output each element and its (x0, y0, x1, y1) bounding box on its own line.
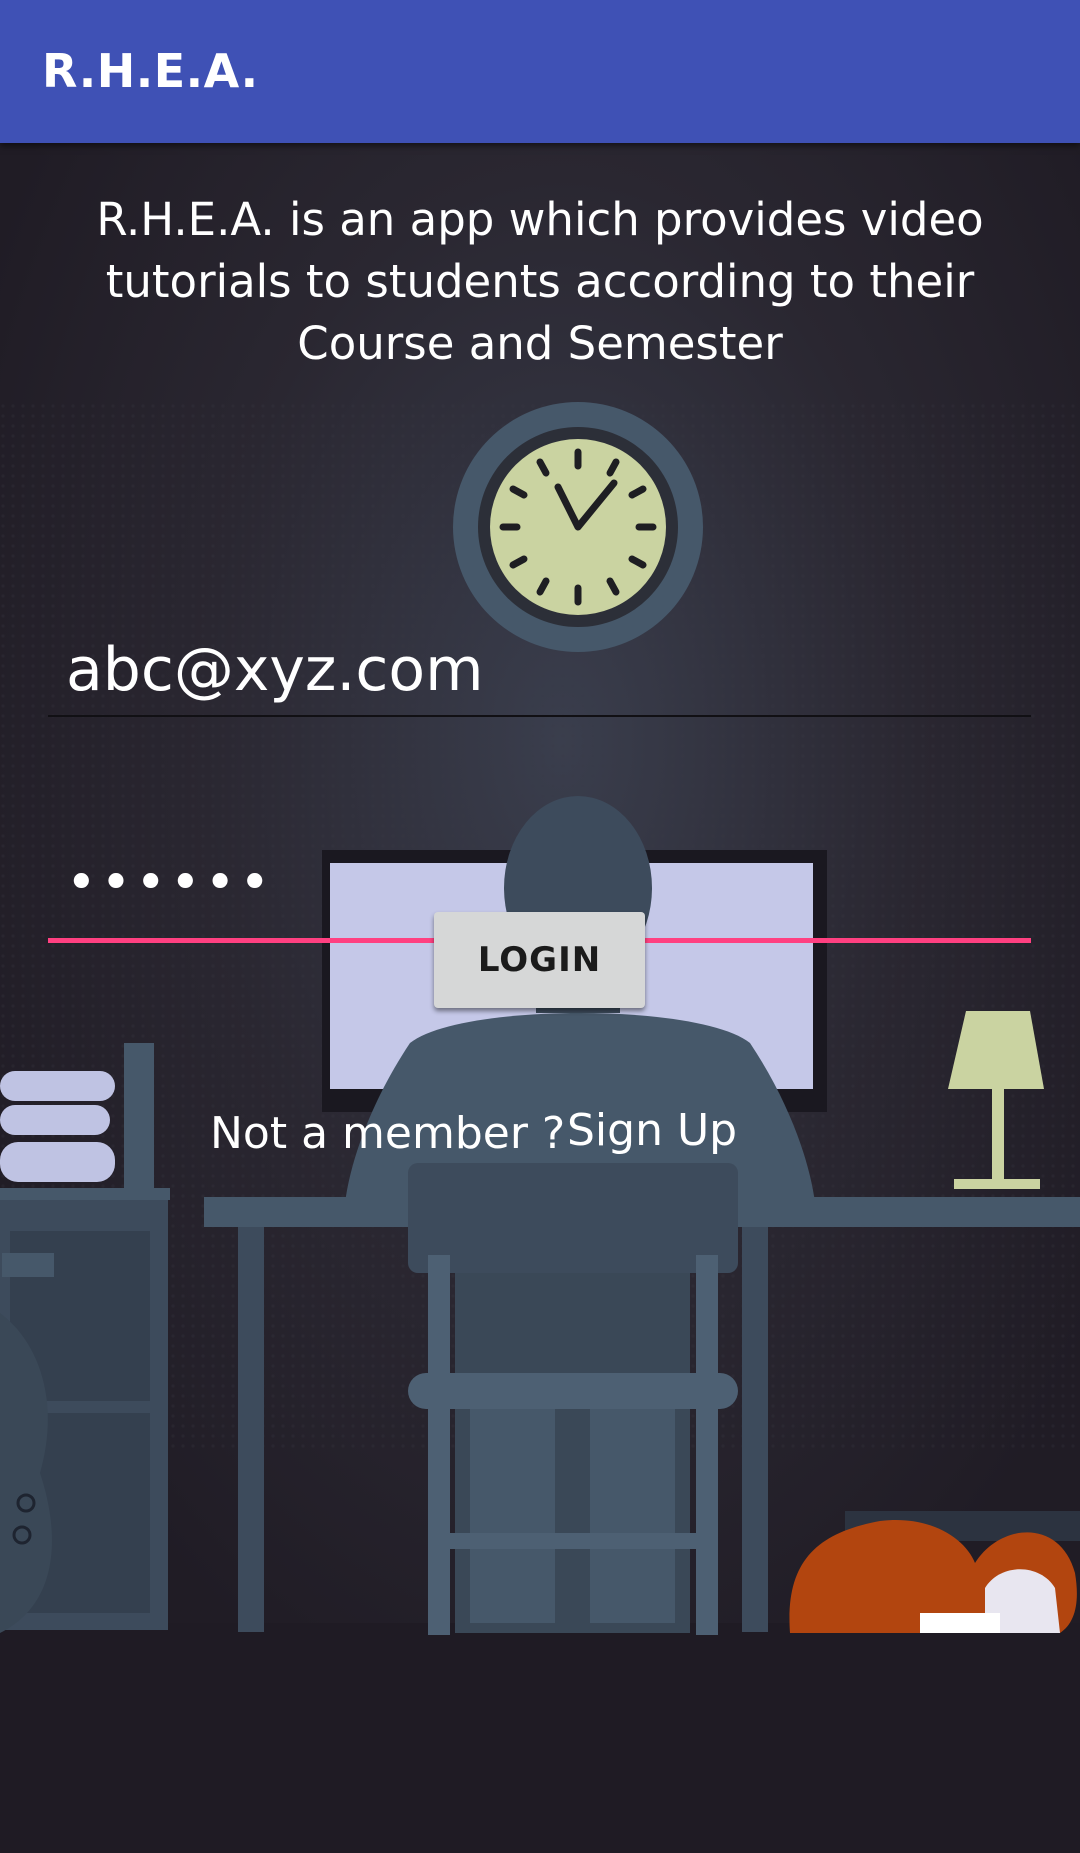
login-screen: R.H.E.A. R.H.E.A. is an app which provid… (0, 0, 1080, 1853)
app-bar: R.H.E.A. (0, 0, 1080, 143)
signup-link[interactable]: Sign Up (567, 1105, 737, 1156)
password-input[interactable] (66, 848, 1006, 918)
not-member-text: Not a member ? (210, 1108, 566, 1159)
password-field (48, 698, 1031, 943)
email-field (48, 483, 1031, 718)
app-description: R.H.E.A. is an app which provides video … (96, 193, 984, 370)
app-title: R.H.E.A. (42, 44, 259, 98)
login-content: R.H.E.A. is an app which provides video … (0, 143, 1080, 1853)
login-button[interactable]: LOGIN (434, 912, 645, 1008)
